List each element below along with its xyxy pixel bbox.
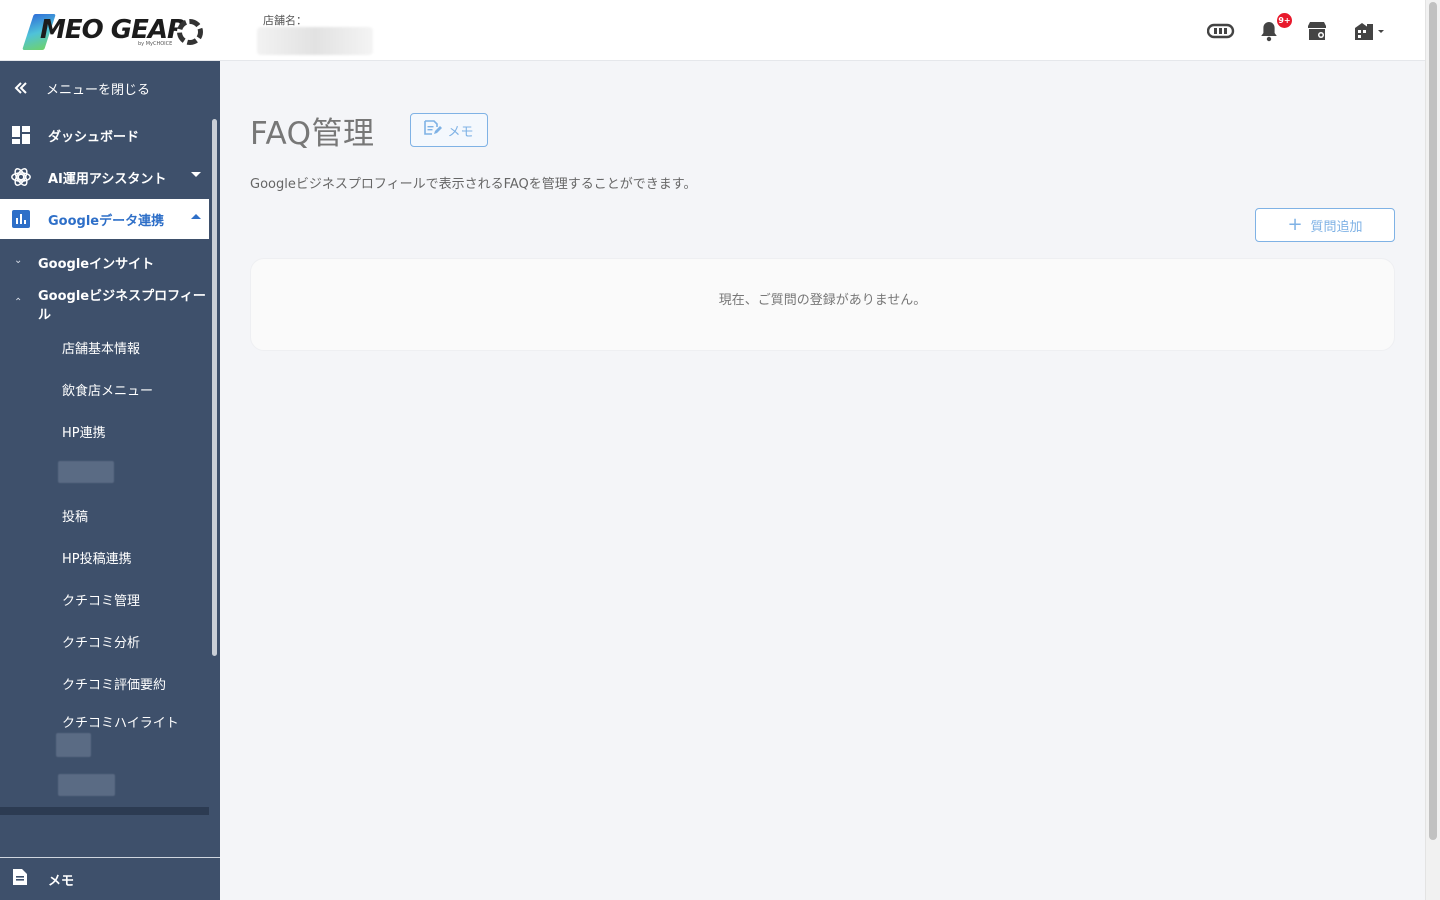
sidebar-item-google-data[interactable]: Googleデータ連携 [0,199,209,239]
caret-down-icon [191,172,201,177]
caret-up-icon [191,214,201,219]
sidebar-leaf-review-management[interactable]: クチコミ管理 [62,590,140,609]
dashboard-icon [10,124,32,146]
notification-badge: 9+ [1276,12,1293,29]
sidebar-group-google-business-profile[interactable]: ⌃ Googleビジネスプロフィール [0,286,209,323]
openai-icon [10,166,32,188]
sidebar-leaf-restaurant-menu[interactable]: 飲食店メニュー [62,380,153,399]
toggle-icon[interactable] [1206,18,1236,44]
memo-button-label: メモ [447,124,474,140]
building-dropdown-icon[interactable] [1353,18,1387,44]
close-menu-button[interactable]: メニューを閉じる [0,68,209,108]
bar-chart-icon [10,208,32,230]
top-header: MEO GEAR by MyCHOICE 店舗名： 9+ [0,0,1425,61]
sidebar: メニューを閉じる ダッシュボード AI運用アシスタント Googleデータ連携 … [0,61,220,900]
sidebar-item-label: ダッシュボード [48,129,140,145]
sidebar-leaf-review-analysis[interactable]: クチコミ分析 [62,632,140,651]
sidebar-group-google-insight[interactable]: ⌄ Googleインサイト [0,244,209,280]
double-chevron-left-icon [10,77,32,99]
sidebar-memo-button[interactable]: メモ [0,858,220,900]
sidebar-item-dashboard[interactable]: ダッシュボード [0,115,209,155]
sidebar-leaf-hp-link[interactable]: HP連携 [62,422,106,441]
sidebar-group-label: Googleインサイト [38,256,155,272]
add-question-button[interactable]: + 質問追加 [1255,208,1395,242]
page-scrollbar[interactable] [1425,0,1440,900]
gear-icon [177,19,203,45]
store-name-value [257,27,373,55]
empty-state-message: 現在、ご質問の登録がありません。 [718,293,927,308]
sidebar-leaf-store-info[interactable]: 店舗基本情報 [62,338,140,357]
plus-icon: + [1287,214,1303,235]
sidebar-item-ai-assistant[interactable]: AI運用アシスタント [0,157,209,197]
sidebar-item-label: AI運用アシスタント [48,171,167,187]
memo-label: メモ [48,874,75,889]
sidebar-leaf-posts[interactable]: 投稿 [62,506,88,525]
chevron-up-icon: ⌃ [14,297,23,308]
sidebar-leaf-blurred[interactable] [58,774,115,796]
sidebar-leaf-review-highlight[interactable]: クチコミハイライト [62,712,179,731]
store-icon[interactable] [1305,18,1329,44]
sidebar-leaf-blurred[interactable] [58,461,114,483]
meo-gear-logo[interactable]: MEO GEAR by MyCHOICE [22,12,206,52]
edit-note-icon [424,120,443,140]
sidebar-leaf-blurred[interactable] [56,733,91,757]
sidebar-leaf-hp-post-link[interactable]: HP投稿連携 [62,548,132,567]
sidebar-group-label: Googleビジネスプロフィール [38,289,206,323]
document-icon [12,868,28,890]
logo-subtext: by MyCHOICE [138,41,173,47]
page-description: Googleビジネスプロフィールで表示されるFAQを管理することができます。 [250,177,697,192]
memo-button[interactable]: メモ [410,113,488,147]
sidebar-leaf-review-summary[interactable]: クチコミ評価要約 [62,674,166,693]
page-title: FAQ管理 [250,116,375,152]
sidebar-item-label: Googleデータ連携 [48,213,165,229]
close-menu-label: メニューを閉じる [46,82,151,98]
sidebar-scrollbar[interactable] [212,119,217,656]
store-name-label: 店舗名： [263,14,307,27]
faq-list-card: 現在、ご質問の登録がありません。 [250,258,1395,351]
add-question-label: 質問追加 [1310,219,1363,235]
chevron-down-icon: ⌄ [14,255,23,266]
page-scrollbar-thumb[interactable] [1429,2,1437,840]
sidebar-horizontal-scrollbar[interactable] [0,807,209,815]
